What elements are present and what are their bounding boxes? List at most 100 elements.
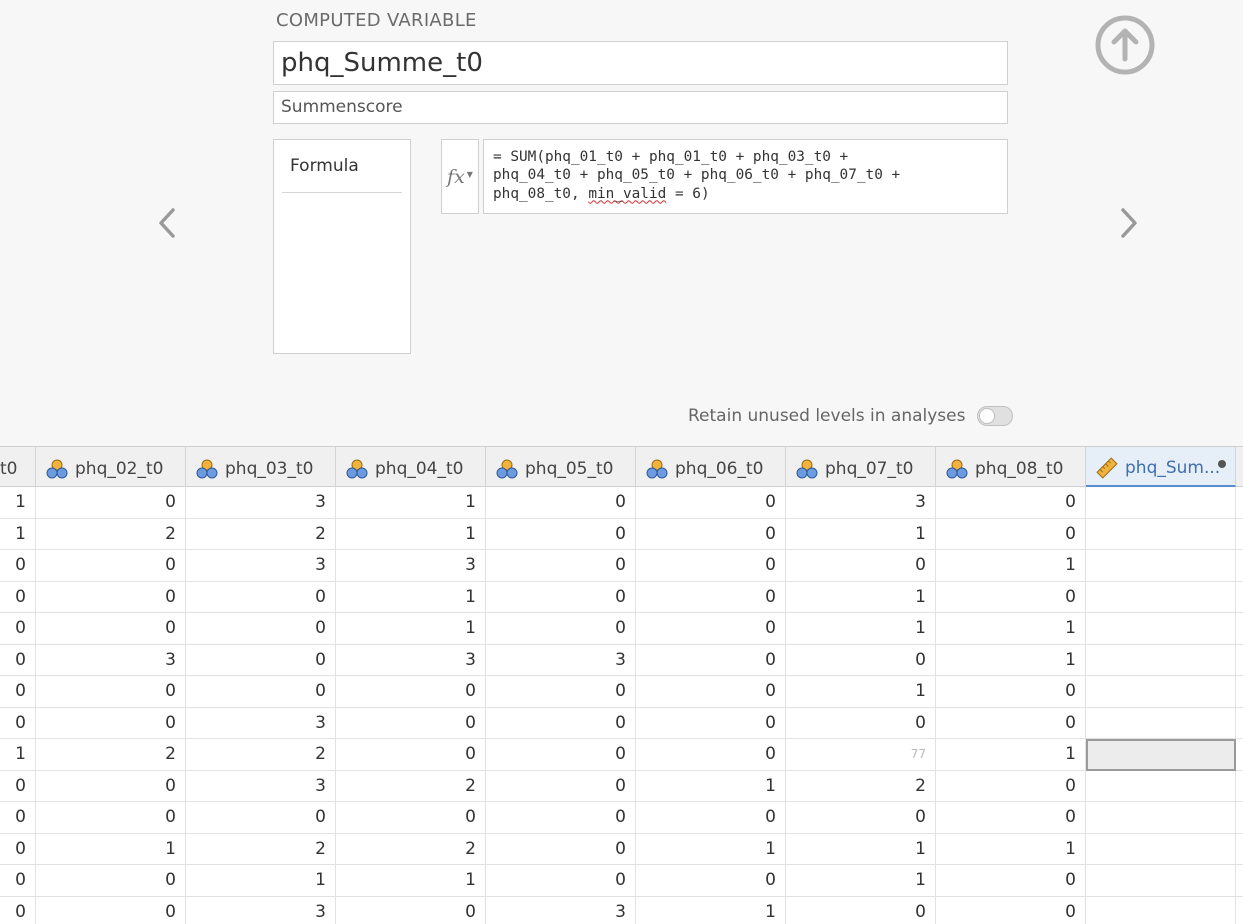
column-header[interactable]: phq_Sum...: [1086, 447, 1236, 487]
column-header[interactable]: t0: [0, 447, 36, 487]
table-cell[interactable]: 1: [936, 644, 1086, 676]
table-cell[interactable]: 3: [186, 487, 336, 519]
table-cell[interactable]: 3: [36, 644, 186, 676]
table-cell[interactable]: 1: [0, 487, 36, 519]
table-cell[interactable]: 0: [336, 896, 486, 924]
table-cell[interactable]: 0: [0, 865, 36, 897]
table-cell[interactable]: 1: [0, 739, 36, 771]
table-cell[interactable]: 0: [636, 487, 786, 519]
table-cell[interactable]: 0: [486, 739, 636, 771]
table-cell[interactable]: 2: [36, 739, 186, 771]
column-header[interactable]: phq_02_t0: [36, 447, 186, 487]
table-cell[interactable]: [1086, 739, 1236, 771]
table-cell[interactable]: 0: [486, 707, 636, 739]
next-variable-button[interactable]: [1113, 200, 1143, 246]
table-cell[interactable]: 1: [186, 865, 336, 897]
previous-variable-button[interactable]: [153, 200, 183, 246]
table-cell[interactable]: 0: [486, 802, 636, 834]
table-cell[interactable]: 0: [36, 896, 186, 924]
table-cell[interactable]: 77: [786, 739, 936, 771]
function-picker-button[interactable]: fx ▼: [441, 139, 479, 214]
table-cell[interactable]: 0: [0, 676, 36, 708]
table-cell[interactable]: [1086, 487, 1236, 519]
table-cell[interactable]: 0: [0, 896, 36, 924]
table-cell[interactable]: 0: [186, 644, 336, 676]
table-cell[interactable]: 0: [936, 518, 1086, 550]
table-cell[interactable]: 0: [36, 707, 186, 739]
table-cell[interactable]: 1: [786, 613, 936, 645]
table-cell[interactable]: 3: [186, 770, 336, 802]
column-header[interactable]: phq_08_t0: [936, 447, 1086, 487]
table-cell[interactable]: 0: [486, 865, 636, 897]
table-cell[interactable]: 0: [336, 676, 486, 708]
table-cell[interactable]: 1: [786, 865, 936, 897]
column-header[interactable]: phq_03_t0: [186, 447, 336, 487]
table-cell[interactable]: 0: [0, 770, 36, 802]
table-cell[interactable]: 0: [486, 518, 636, 550]
table-cell[interactable]: 0: [186, 581, 336, 613]
table-cell[interactable]: 0: [786, 644, 936, 676]
table-cell[interactable]: 0: [36, 802, 186, 834]
table-cell[interactable]: 0: [36, 487, 186, 519]
table-cell[interactable]: 3: [486, 644, 636, 676]
table-cell[interactable]: 0: [36, 770, 186, 802]
table-cell[interactable]: 0: [336, 802, 486, 834]
column-header[interactable]: phq_04_t0: [336, 447, 486, 487]
table-cell[interactable]: 1: [786, 833, 936, 865]
table-cell[interactable]: 0: [936, 802, 1086, 834]
table-cell[interactable]: [1086, 707, 1236, 739]
table-cell[interactable]: 0: [486, 487, 636, 519]
table-cell[interactable]: [1086, 581, 1236, 613]
table-cell[interactable]: 0: [636, 802, 786, 834]
table-cell[interactable]: 0: [636, 613, 786, 645]
table-cell[interactable]: 0: [0, 550, 36, 582]
table-cell[interactable]: 2: [336, 770, 486, 802]
table-cell[interactable]: 0: [486, 770, 636, 802]
table-cell[interactable]: 0: [636, 644, 786, 676]
table-cell[interactable]: 0: [636, 581, 786, 613]
table-cell[interactable]: 0: [0, 707, 36, 739]
table-cell[interactable]: 0: [636, 865, 786, 897]
table-cell[interactable]: [1086, 802, 1236, 834]
table-cell[interactable]: 1: [936, 550, 1086, 582]
table-cell[interactable]: [1086, 896, 1236, 924]
table-cell[interactable]: 1: [786, 676, 936, 708]
table-cell[interactable]: [1086, 613, 1236, 645]
table-cell[interactable]: 0: [786, 550, 936, 582]
table-cell[interactable]: 3: [186, 550, 336, 582]
table-cell[interactable]: 0: [936, 487, 1086, 519]
table-cell[interactable]: 1: [0, 518, 36, 550]
table-cell[interactable]: 0: [36, 613, 186, 645]
table-cell[interactable]: 0: [0, 581, 36, 613]
table-cell[interactable]: 2: [186, 833, 336, 865]
table-cell[interactable]: 1: [936, 739, 1086, 771]
table-cell[interactable]: 2: [186, 739, 336, 771]
table-cell[interactable]: 0: [0, 613, 36, 645]
table-cell[interactable]: 0: [786, 802, 936, 834]
table-cell[interactable]: 0: [486, 581, 636, 613]
table-cell[interactable]: 1: [636, 833, 786, 865]
table-cell[interactable]: 0: [636, 550, 786, 582]
table-cell[interactable]: [1086, 644, 1236, 676]
table-cell[interactable]: 0: [36, 676, 186, 708]
table-cell[interactable]: 0: [0, 644, 36, 676]
table-cell[interactable]: 0: [636, 707, 786, 739]
column-header[interactable]: phq_05_t0: [486, 447, 636, 487]
table-cell[interactable]: 0: [936, 707, 1086, 739]
table-cell[interactable]: 3: [786, 487, 936, 519]
table-cell[interactable]: 1: [786, 581, 936, 613]
table-cell[interactable]: 3: [336, 550, 486, 582]
table-cell[interactable]: 1: [336, 581, 486, 613]
table-cell[interactable]: 3: [336, 644, 486, 676]
table-cell[interactable]: 3: [186, 896, 336, 924]
table-cell[interactable]: 0: [486, 676, 636, 708]
table-cell[interactable]: 0: [486, 550, 636, 582]
formula-editor[interactable]: = SUM(phq_01_t0 + phq_01_t0 + phq_03_t0 …: [483, 139, 1008, 214]
table-cell[interactable]: [1086, 518, 1236, 550]
table-cell[interactable]: 0: [36, 581, 186, 613]
table-cell[interactable]: 2: [186, 518, 336, 550]
table-cell[interactable]: [1086, 833, 1236, 865]
table-cell[interactable]: 0: [486, 613, 636, 645]
table-cell[interactable]: [1086, 676, 1236, 708]
table-cell[interactable]: 1: [336, 487, 486, 519]
